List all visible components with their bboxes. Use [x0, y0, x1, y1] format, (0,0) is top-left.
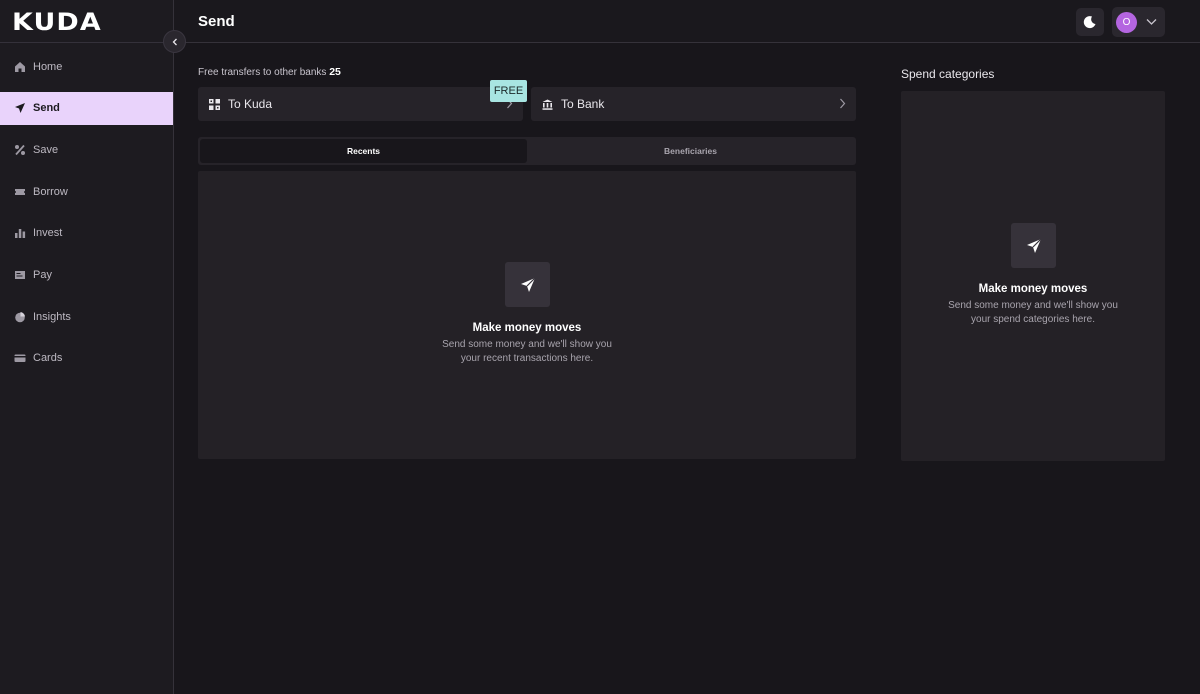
bill-icon	[13, 268, 26, 281]
empty-desc-line: Send some money and we'll show you	[948, 300, 1118, 311]
chevron-down-icon	[1146, 18, 1157, 26]
sidebar-item-cards[interactable]: Cards	[0, 342, 173, 375]
sidebar-item-pay[interactable]: Pay	[0, 258, 173, 291]
chevron-right-icon	[839, 98, 846, 109]
sidebar-item-insights[interactable]: Insights	[0, 300, 173, 333]
sidebar-item-label: Borrow	[33, 185, 68, 198]
recents-beneficiaries-tabs: Recents Beneficiaries	[198, 137, 856, 165]
home-icon	[13, 60, 26, 73]
sidebar-item-borrow[interactable]: Borrow	[0, 175, 173, 208]
sidebar-item-label: Insights	[33, 310, 71, 323]
moon-icon	[1083, 15, 1097, 29]
sidebar-item-send[interactable]: Send	[0, 91, 173, 125]
send-to-kuda-button[interactable]: To Kuda	[198, 87, 523, 121]
spend-categories-panel: Make money moves Send some money and we'…	[901, 91, 1165, 461]
sidebar-item-label: Save	[33, 143, 59, 156]
page-title: Send	[198, 13, 235, 30]
sidebar-nav: Home Send Save Borrow Invest Pay Insight…	[0, 50, 173, 384]
ticket-icon	[13, 185, 26, 198]
empty-state-description: Send some money and we'll show you your …	[901, 299, 1165, 327]
card-icon	[13, 352, 26, 365]
recents-panel: Make money moves Send some money and we'…	[198, 171, 856, 459]
spend-categories-title: Spend categories	[901, 67, 995, 81]
send-option-label: To Kuda	[228, 97, 273, 111]
free-transfers-count: 25	[329, 66, 341, 78]
kuda-grid-icon	[209, 98, 220, 110]
app-root: KUDA Home Send Save Borrow Invest Pay In…	[0, 0, 1200, 694]
sidebar-item-label: Cards	[33, 352, 63, 365]
collapse-sidebar-button[interactable]	[163, 30, 186, 53]
empty-desc-line: Send some money and we'll show you	[442, 339, 612, 350]
send-plane-icon	[1011, 223, 1056, 268]
bar-chart-icon	[13, 227, 26, 240]
sidebar-item-label: Pay	[33, 268, 52, 281]
send-option-label: To Bank	[561, 97, 605, 111]
sidebar-item-label: Invest	[33, 227, 63, 240]
profile-menu-button[interactable]: O	[1112, 7, 1165, 37]
pie-chart-icon	[13, 310, 26, 323]
empty-desc-line: your recent transactions here.	[460, 353, 594, 364]
theme-toggle-button[interactable]	[1076, 8, 1104, 36]
free-transfers-info: Free transfers to other banks 25	[198, 66, 341, 78]
tab-recents[interactable]: Recents	[200, 139, 527, 163]
avatar: O	[1116, 11, 1137, 33]
empty-state-title: Make money moves	[978, 283, 1088, 295]
sidebar-item-home[interactable]: Home	[0, 50, 173, 83]
sidebar-item-save[interactable]: Save	[0, 133, 173, 166]
empty-state-description: Send some money and we'll show you your …	[198, 338, 856, 366]
send-plane-icon	[505, 262, 550, 307]
send-icon	[13, 102, 26, 115]
free-transfers-label: Free transfers to other banks	[198, 67, 327, 78]
percent-icon	[13, 143, 26, 156]
sidebar-item-invest[interactable]: Invest	[0, 217, 173, 250]
chevron-left-icon	[171, 38, 179, 46]
tab-beneficiaries[interactable]: Beneficiaries	[527, 139, 854, 163]
free-badge: FREE	[490, 80, 527, 102]
top-header: Send O	[174, 0, 1200, 43]
kuda-logo[interactable]: KUDA	[12, 10, 102, 34]
sidebar-divider	[0, 42, 174, 43]
sidebar-item-label: Send	[33, 102, 60, 115]
sidebar: KUDA Home Send Save Borrow Invest Pay In…	[0, 0, 174, 694]
empty-state-title: Make money moves	[472, 322, 582, 334]
sidebar-item-label: Home	[33, 60, 63, 73]
send-to-bank-button[interactable]: To Bank	[531, 87, 856, 121]
bank-icon	[542, 99, 553, 110]
empty-desc-line: your spend categories here.	[971, 314, 1095, 325]
